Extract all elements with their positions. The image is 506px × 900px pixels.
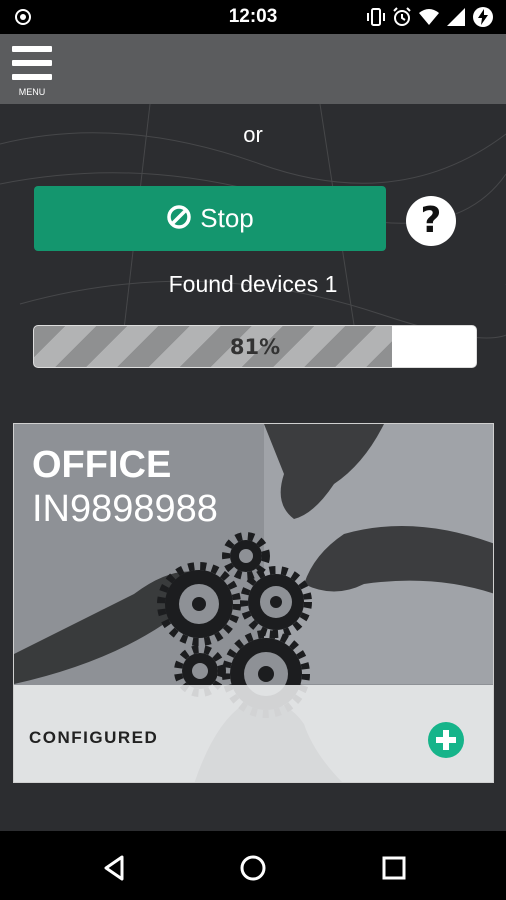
status-bar: 12:03 bbox=[0, 0, 506, 34]
help-button[interactable]: ? bbox=[406, 196, 456, 246]
alarm-icon bbox=[392, 7, 412, 31]
device-card-footer: CONFIGURED bbox=[14, 685, 493, 782]
device-card[interactable]: OFFICE IN9898988 CONFIGURED bbox=[13, 423, 494, 783]
scan-progress-bar: 81% bbox=[33, 325, 477, 368]
menu-label: MENU bbox=[18, 87, 46, 97]
device-status: CONFIGURED bbox=[29, 728, 159, 747]
battery-charging-icon bbox=[472, 6, 494, 32]
stop-circle-icon bbox=[166, 204, 192, 234]
or-separator-text: or bbox=[243, 122, 263, 147]
wifi-icon bbox=[418, 7, 440, 31]
app-bar: MENU bbox=[0, 34, 506, 104]
add-circle-icon[interactable] bbox=[428, 722, 464, 758]
found-devices-text: Found devices 1 bbox=[168, 271, 338, 297]
recents-icon[interactable] bbox=[379, 853, 409, 883]
stop-button[interactable]: Stop bbox=[34, 186, 386, 251]
back-icon[interactable] bbox=[100, 853, 130, 883]
main-content: or Stop ? Found devices 1 81% OFFICE IN9… bbox=[0, 104, 506, 831]
menu-button[interactable]: MENU bbox=[10, 44, 54, 100]
system-nav-bar bbox=[0, 831, 506, 900]
stop-button-label: Stop bbox=[200, 203, 254, 233]
help-icon: ? bbox=[420, 200, 442, 241]
vibrate-icon bbox=[366, 7, 386, 31]
progress-percent: 81% bbox=[229, 335, 281, 359]
device-name: OFFICE bbox=[32, 444, 172, 486]
signal-icon bbox=[446, 7, 466, 31]
home-icon[interactable] bbox=[238, 853, 268, 883]
device-serial: IN9898988 bbox=[32, 488, 218, 530]
